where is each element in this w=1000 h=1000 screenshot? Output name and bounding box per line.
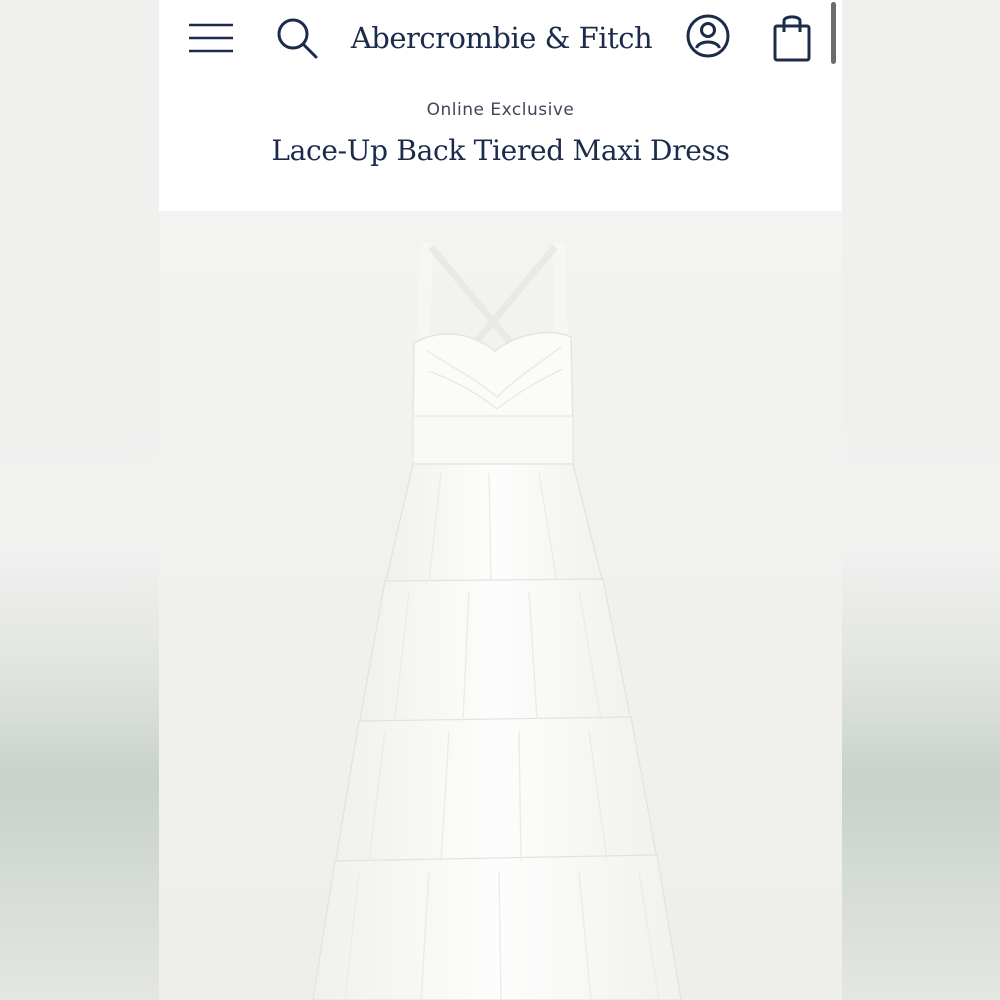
hamburger-menu-icon	[189, 23, 233, 53]
account-button[interactable]	[684, 12, 732, 60]
product-title: Lace-Up Back Tiered Maxi Dress	[271, 134, 730, 167]
brand-logo[interactable]: Abercrombie & Fitch	[349, 16, 654, 60]
shopping-bag-icon	[773, 15, 811, 62]
search-button[interactable]	[275, 16, 319, 60]
menu-button[interactable]	[187, 18, 235, 58]
search-icon	[277, 18, 318, 59]
scroll-indicator[interactable]	[831, 2, 836, 64]
shopping-bag-button[interactable]	[772, 12, 812, 64]
online-exclusive-badge: Online Exclusive	[426, 100, 575, 120]
account-icon	[686, 14, 730, 58]
dress-illustration	[159, 211, 842, 1000]
product-image[interactable]	[159, 211, 842, 1000]
site-header: Abercrombie & Fitch Online Exclusive Lac…	[159, 0, 842, 211]
phone-screen: Abercrombie & Fitch Online Exclusive Lac…	[159, 0, 842, 1000]
